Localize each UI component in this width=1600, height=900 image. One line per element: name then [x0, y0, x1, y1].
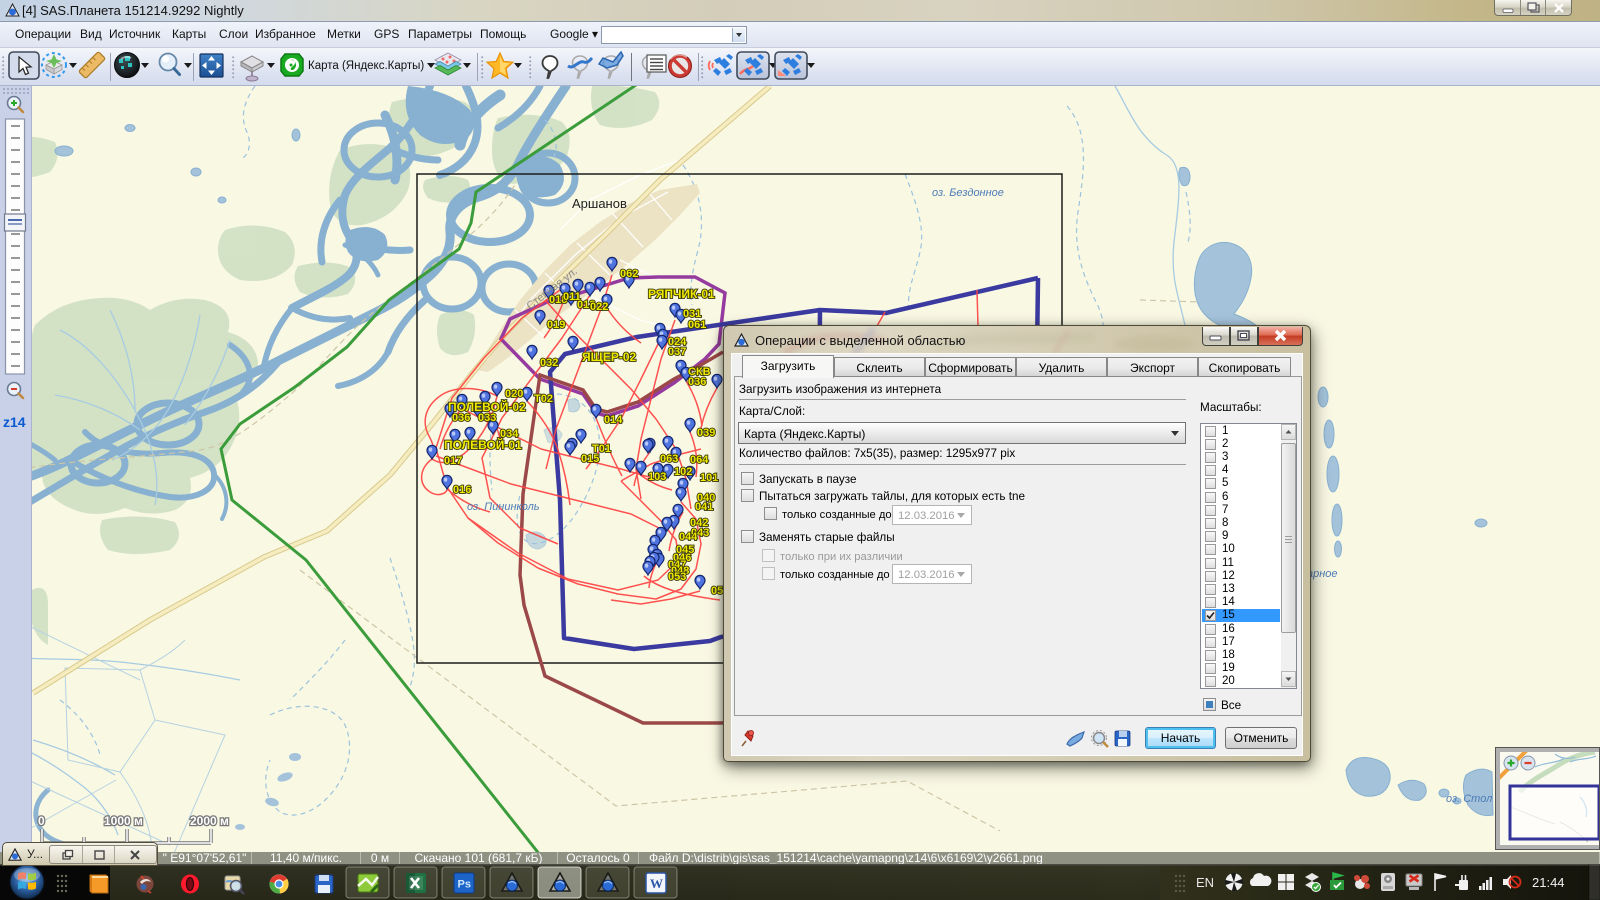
svg-text:017: 017 [444, 455, 462, 467]
svg-text:063: 063 [660, 453, 678, 465]
svg-text:061: 061 [688, 319, 706, 331]
svg-text:W: W [650, 876, 663, 891]
svg-text:036: 036 [452, 412, 470, 424]
svg-text:022: 022 [590, 301, 608, 313]
svg-text:037: 037 [668, 346, 686, 358]
svg-text:Ps: Ps [458, 879, 471, 891]
svg-text:101: 101 [700, 472, 718, 484]
svg-text:ПОЛЕВОЙ-01: ПОЛЕВОЙ-01 [444, 437, 522, 452]
svg-text:020: 020 [505, 388, 523, 400]
svg-text:РЯПЧИК-01: РЯПЧИК-01 [648, 287, 715, 301]
svg-text:оз. Пининколь: оз. Пининколь [467, 501, 540, 513]
svg-text:015: 015 [581, 453, 599, 465]
svg-text:103: 103 [648, 471, 666, 483]
svg-text:014: 014 [604, 414, 623, 426]
svg-text:1000 м: 1000 м [104, 814, 143, 828]
svg-text:053: 053 [668, 571, 686, 583]
svg-text:Аршанов: Аршанов [572, 196, 627, 211]
svg-text:019: 019 [547, 319, 565, 331]
svg-text:044: 044 [679, 531, 698, 543]
svg-text:016: 016 [453, 484, 471, 496]
svg-text:21:44: 21:44 [1532, 875, 1565, 890]
svg-text:z14: z14 [3, 414, 26, 430]
svg-text:Карта (Яндекс.Карты): Карта (Яндекс.Карты) [308, 60, 424, 72]
svg-text:062: 062 [620, 268, 638, 280]
svg-text:0: 0 [38, 814, 45, 828]
svg-text:036: 036 [688, 376, 706, 388]
svg-text:Т02: Т02 [534, 393, 553, 405]
svg-text:арное: арное [1307, 568, 1338, 580]
svg-text:041: 041 [695, 501, 713, 513]
svg-text:033: 033 [478, 412, 496, 424]
svg-text:ЯЩЕР-02: ЯЩЕР-02 [582, 350, 637, 364]
svg-text:064: 064 [690, 454, 709, 466]
svg-text:102: 102 [674, 466, 692, 478]
svg-text:оз. Стол: оз. Стол [1446, 793, 1492, 805]
svg-text:032: 032 [540, 357, 558, 369]
svg-text:039: 039 [697, 427, 715, 439]
svg-text:оз. Бездонное: оз. Бездонное [932, 187, 1004, 199]
svg-text:EN: EN [1196, 875, 1214, 890]
svg-text:2000 м: 2000 м [190, 814, 229, 828]
